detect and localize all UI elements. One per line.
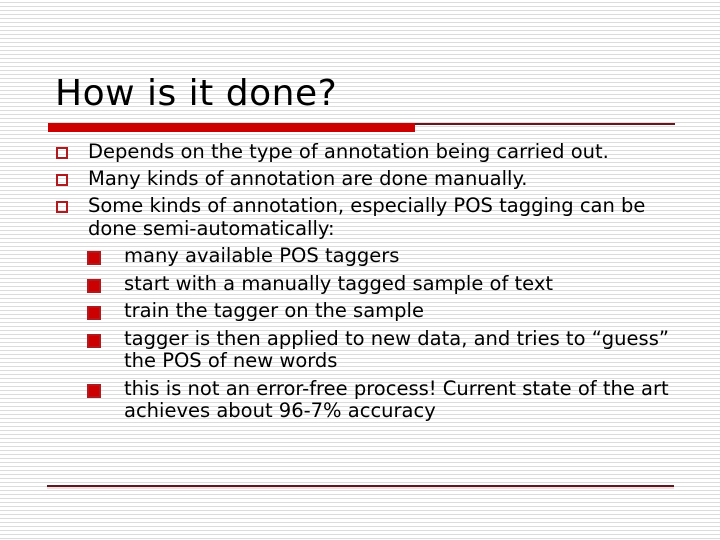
filled-square-bullet-icon <box>87 333 101 348</box>
bullet-text: Some kinds of annotation, especially POS… <box>88 194 646 240</box>
bullet-item: Depends on the type of annotation being … <box>54 140 694 164</box>
title-accent-bar <box>48 123 415 132</box>
sub-bullet-text: many available POS taggers <box>124 244 400 267</box>
title-rule-line <box>415 123 675 125</box>
filled-square-bullet-icon <box>87 383 101 398</box>
sub-bullet-item: train the tagger on the sample <box>54 299 694 323</box>
footer-rule-line <box>47 485 674 487</box>
hollow-square-bullet-icon <box>56 174 68 186</box>
sub-bullet-text: start with a manually tagged sample of t… <box>124 271 554 295</box>
bullet-text: Depends on the type of annotation being … <box>88 140 609 163</box>
filled-square-bullet-icon <box>87 251 101 265</box>
sub-bullet-text: this is not an error-free process! Curre… <box>124 376 669 422</box>
bullet-text: Many kinds of annotation are done manual… <box>88 167 528 190</box>
hollow-square-bullet-icon <box>56 201 68 213</box>
filled-square-bullet-icon <box>87 278 101 293</box>
sub-bullet-item: start with a manually tagged sample of t… <box>54 271 694 296</box>
filled-square-bullet-icon <box>87 306 101 320</box>
slide-title: How is it done? <box>55 73 338 114</box>
sub-bullet-item: tagger is then applied to new data, and … <box>54 326 694 373</box>
hollow-square-bullet-icon <box>56 147 68 159</box>
bullet-list: Depends on the type of annotation being … <box>54 140 694 427</box>
sub-bullet-item: many available POS taggers <box>54 244 694 268</box>
bullet-item: Some kinds of annotation, especially POS… <box>54 194 694 423</box>
sub-bullet-item: this is not an error-free process! Curre… <box>54 376 694 423</box>
sub-bullet-text: tagger is then applied to new data, and … <box>124 326 669 372</box>
bullet-item: Many kinds of annotation are done manual… <box>54 167 694 191</box>
sub-bullet-text: train the tagger on the sample <box>124 299 424 322</box>
